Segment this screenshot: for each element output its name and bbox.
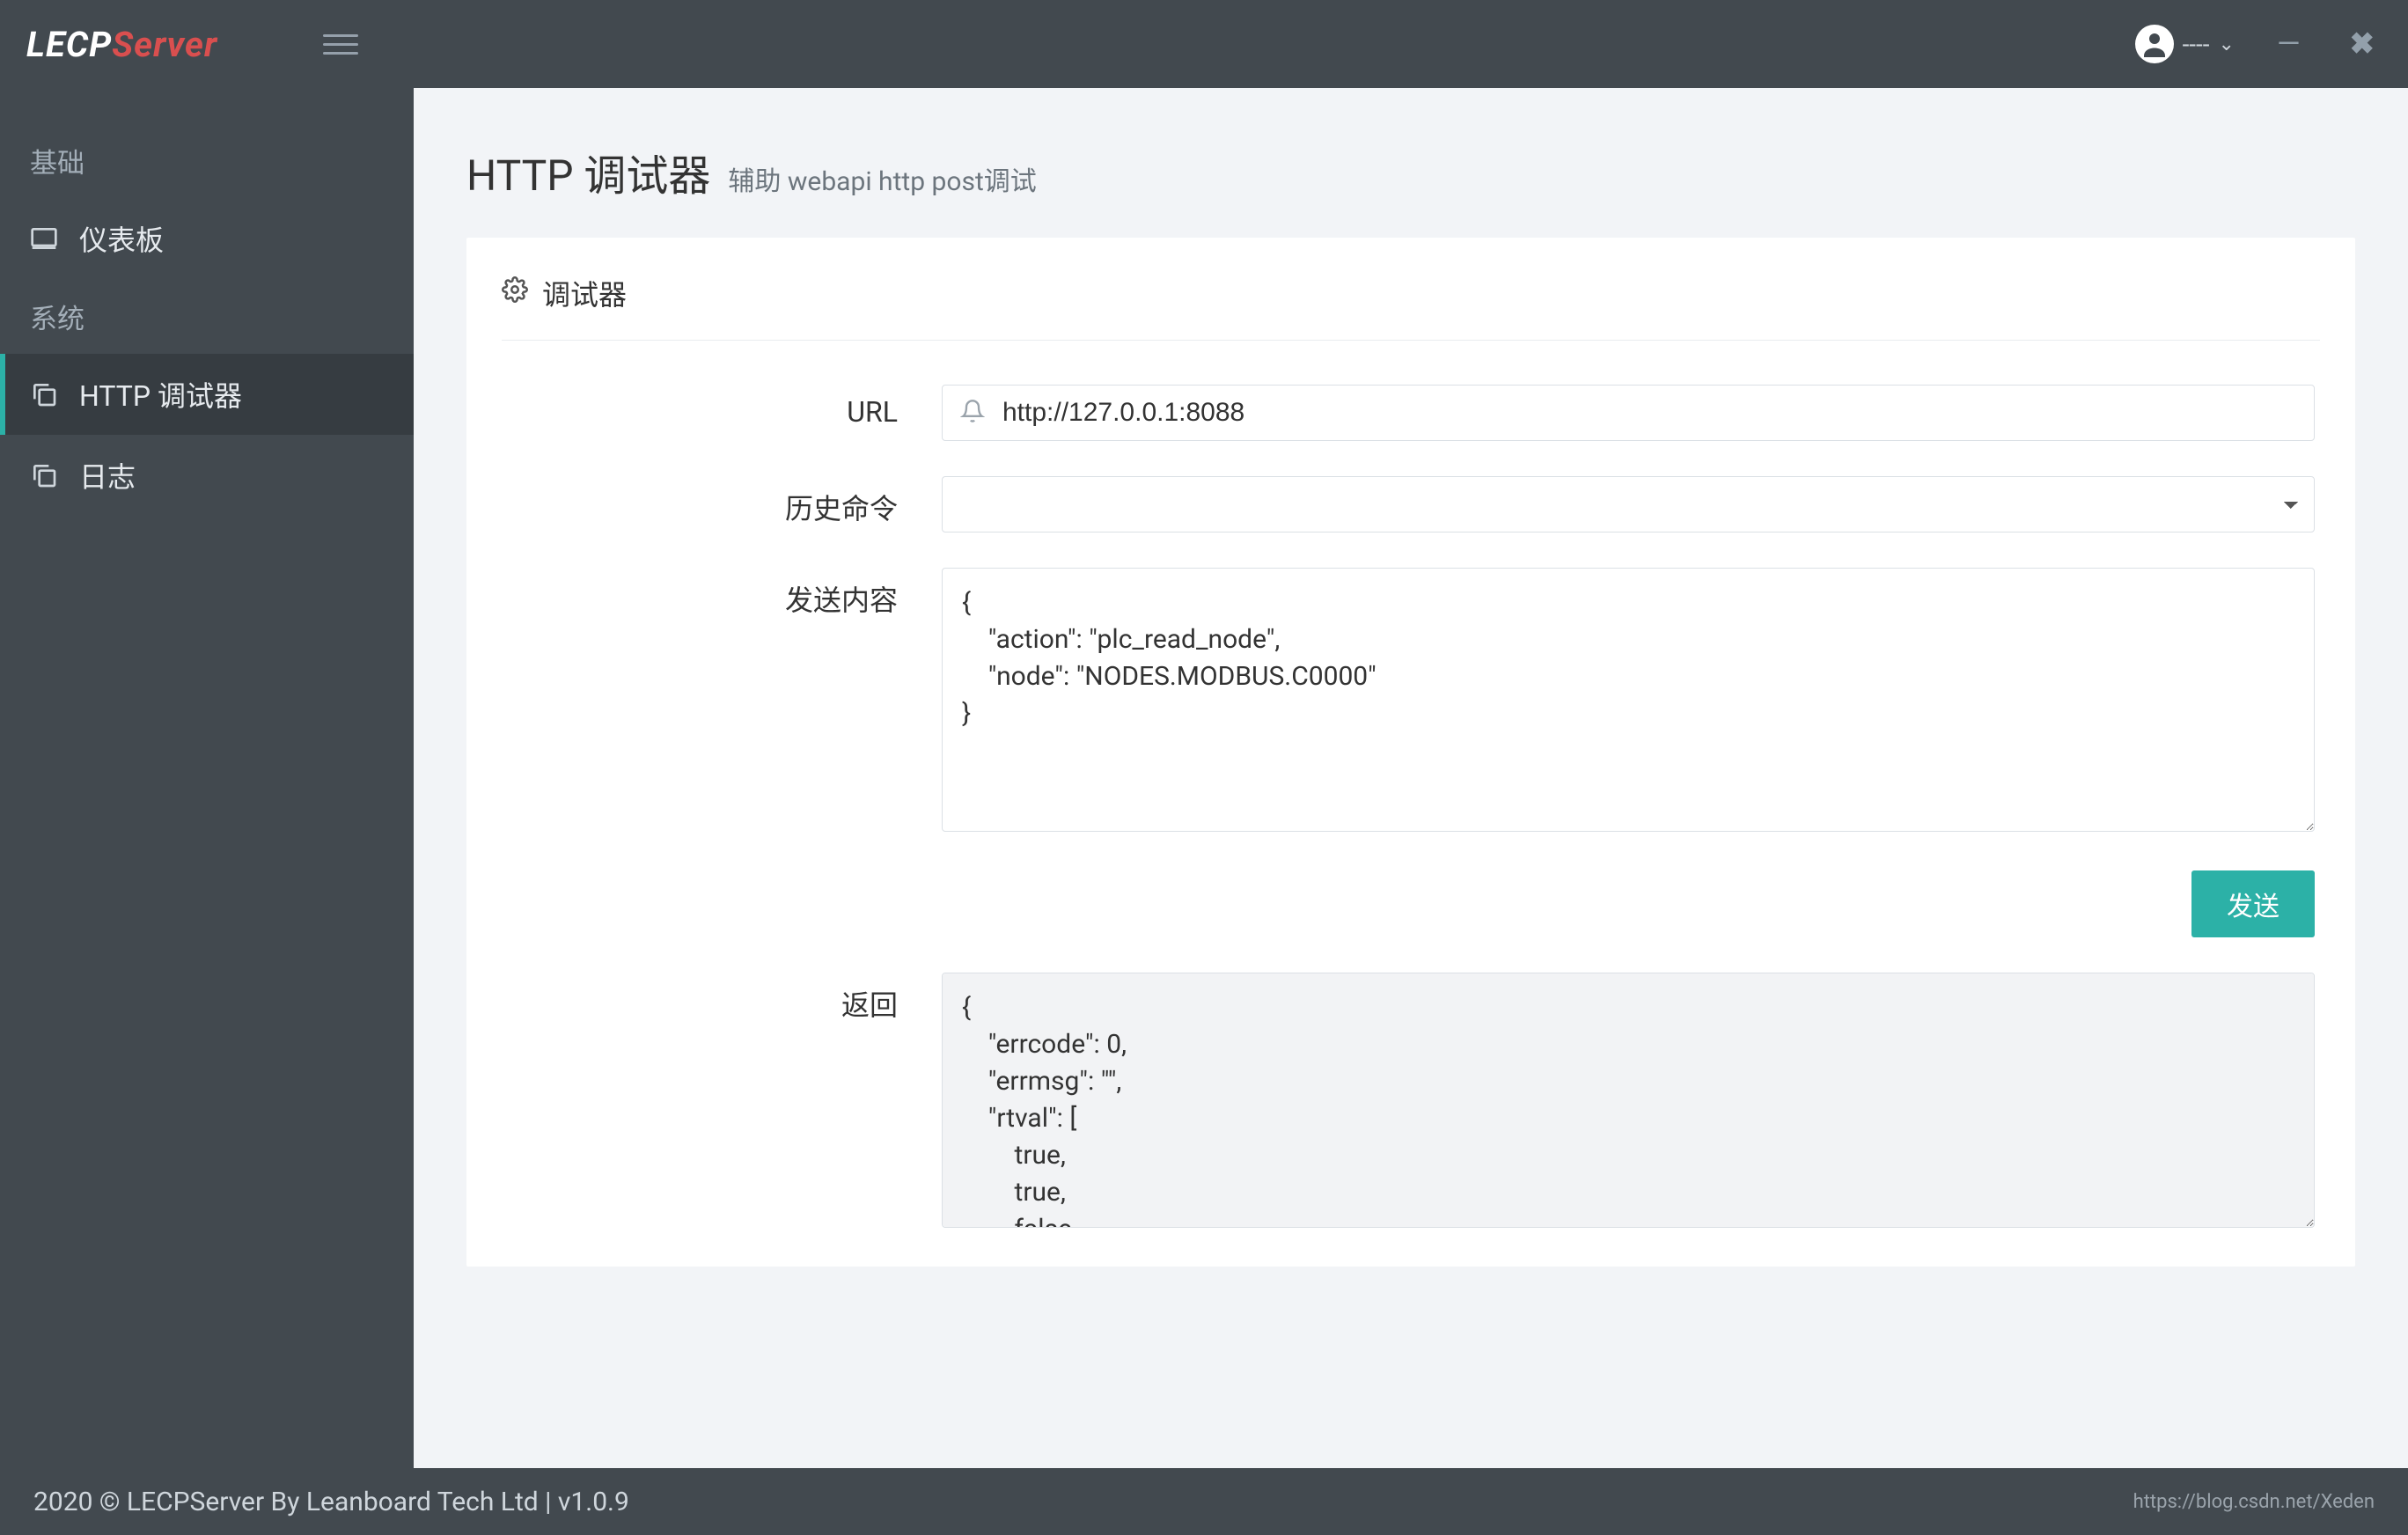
page-title: HTTP 调试器 <box>466 141 710 202</box>
send-body-label: 发送内容 <box>502 568 942 619</box>
avatar-icon <box>2135 25 2174 63</box>
sidebar-item-label: 日志 <box>79 455 136 496</box>
footer-right: https://blog.csdn.net/Xeden <box>2133 1491 2375 1513</box>
window-minimize-icon[interactable]: — <box>2270 26 2308 62</box>
window-close-icon[interactable]: ✖ <box>2343 26 2382 62</box>
menu-toggle-icon[interactable] <box>323 34 358 55</box>
page-subtitle: 辅助 webapi http post调试 <box>728 159 1036 198</box>
logo-part2: Server <box>112 24 217 65</box>
app-logo: LECPServer <box>26 24 217 65</box>
footer: 2020 © LECPServer By Leanboard Tech Ltd … <box>0 1468 2408 1535</box>
sidebar-item-label: 仪表板 <box>79 218 164 259</box>
sidebar-item-dashboard[interactable]: 仪表板 <box>0 198 414 279</box>
monitor-icon <box>30 224 58 253</box>
sidebar-item-label: HTTP 调试器 <box>79 374 242 415</box>
sidebar: 基础 仪表板 系统 HTTP 调试器 日志 <box>0 88 414 1468</box>
sidebar-section-system: 系统 <box>0 279 414 354</box>
panel-title: 调试器 <box>542 273 627 313</box>
chevron-down-icon: ⌄ <box>2219 33 2235 55</box>
url-input[interactable] <box>1002 398 2296 428</box>
main-content: HTTP 调试器 辅助 webapi http post调试 调试器 URL 历… <box>414 88 2408 1468</box>
footer-left: 2020 © LECPServer By Leanboard Tech Ltd … <box>33 1487 629 1517</box>
return-label: 返回 <box>502 973 942 1024</box>
sidebar-item-log[interactable]: 日志 <box>0 435 414 516</box>
username-label: ---- <box>2183 30 2210 59</box>
logo-part1: LECP <box>26 24 112 65</box>
user-menu[interactable]: ---- ⌄ <box>2135 25 2235 63</box>
sidebar-item-http-debugger[interactable]: HTTP 调试器 <box>0 354 414 435</box>
bell-icon <box>960 399 1002 427</box>
debugger-panel: 调试器 URL 历史命令 发送内容 <box>466 238 2355 1267</box>
gear-icon <box>502 276 528 310</box>
send-body-textarea[interactable] <box>942 568 2315 832</box>
copy-icon <box>30 380 58 408</box>
copy-icon <box>30 461 58 489</box>
send-button[interactable]: 发送 <box>2191 870 2315 937</box>
return-textarea[interactable] <box>942 973 2315 1228</box>
url-label: URL <box>502 385 942 429</box>
history-select[interactable] <box>942 476 2315 532</box>
topbar: LECPServer ---- ⌄ — ✖ <box>0 0 2408 88</box>
sidebar-section-basic: 基础 <box>0 123 414 198</box>
history-label: 历史命令 <box>502 476 942 527</box>
